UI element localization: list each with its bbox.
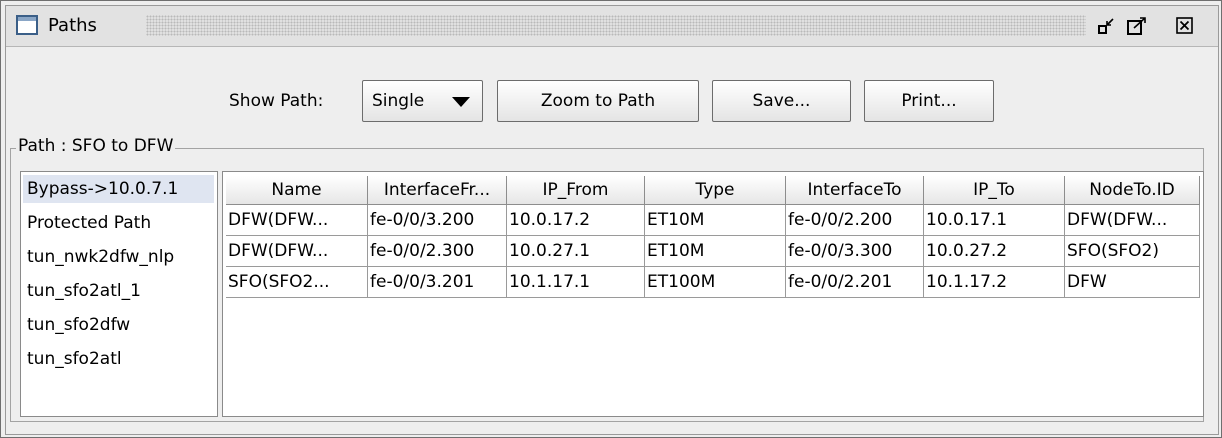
zoom-to-path-label: Zoom to Path [540,91,656,111]
path-hops-table: Name InterfaceFr... IP_From Type Interfa… [222,171,1204,417]
save-button[interactable]: Save... [712,80,851,122]
table-cell[interactable]: fe-0/0/3.201 [368,267,507,298]
table-cell[interactable]: SFO(SFO2) [1065,236,1200,267]
table-cell[interactable]: DFW(DFW... [226,236,368,267]
path-group-title: Path : SFO to DFW [16,136,176,156]
print-button[interactable]: Print... [864,80,994,122]
table-cell[interactable]: fe-0/0/2.201 [786,267,924,298]
table-cell[interactable]: DFW(DFW... [226,205,368,236]
table-cell[interactable]: ET10M [645,236,786,267]
save-label: Save... [752,91,811,111]
column-header-interface-to[interactable]: InterfaceTo [786,176,924,205]
zoom-to-path-button[interactable]: Zoom to Path [497,80,699,122]
table-cell[interactable]: ET10M [645,205,786,236]
title-bar[interactable]: Paths [6,6,1218,47]
show-path-value: Single [372,91,425,111]
dropdown-arrow-icon [452,97,470,107]
table-cell[interactable]: 10.0.27.1 [507,236,645,267]
window-icon [16,15,38,35]
table-cell[interactable]: DFW(DFW... [1065,205,1200,236]
maximize-icon[interactable] [1126,15,1148,36]
path-list-item[interactable]: tun_sfo2dfw [27,311,130,339]
table-cell[interactable]: fe-0/0/2.200 [786,205,924,236]
window-title: Paths [48,15,97,36]
table-cell[interactable]: fe-0/0/3.200 [368,205,507,236]
table-cell[interactable]: SFO(SFO2... [226,267,368,298]
close-icon[interactable] [1174,15,1196,36]
column-header-ip-from[interactable]: IP_From [507,176,645,205]
table-cell[interactable]: 10.0.17.1 [924,205,1065,236]
minimize-icon[interactable] [1096,15,1118,36]
path-list-item[interactable]: tun_sfo2atl_1 [27,277,141,305]
table-cell[interactable]: fe-0/0/3.300 [786,236,924,267]
table-cell[interactable]: 10.1.17.1 [507,267,645,298]
print-label: Print... [901,91,957,111]
path-list-item[interactable]: tun_sfo2atl [27,345,122,373]
column-header-nodeto-id[interactable]: NodeTo.ID [1065,176,1200,205]
show-path-label: Show Path: [229,91,324,111]
column-header-interface-from[interactable]: InterfaceFr... [368,176,507,205]
path-list[interactable]: Bypass->10.0.7.1 Protected Path tun_nwk2… [20,171,218,417]
column-header-name[interactable]: Name [226,176,368,205]
column-header-ip-to[interactable]: IP_To [924,176,1065,205]
column-header-type[interactable]: Type [645,176,786,205]
path-list-item[interactable]: Bypass->10.0.7.1 [23,175,214,203]
table-cell[interactable]: fe-0/0/2.300 [368,236,507,267]
path-list-item[interactable]: tun_nwk2dfw_nlp [27,243,174,271]
table-cell[interactable]: 10.0.17.2 [507,205,645,236]
table-cell[interactable]: 10.1.17.2 [924,267,1065,298]
table-cell[interactable]: 10.0.27.2 [924,236,1065,267]
path-list-item[interactable]: Protected Path [27,209,151,237]
table-cell[interactable]: DFW [1065,267,1200,298]
show-path-dropdown[interactable]: Single [362,80,483,122]
table-cell[interactable]: ET100M [645,267,786,298]
title-bar-texture [146,15,1086,36]
